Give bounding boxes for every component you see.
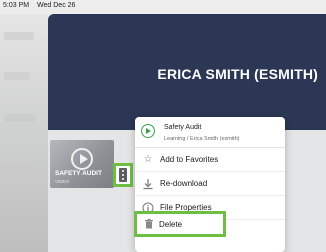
play-circle-icon — [141, 124, 155, 138]
more-vertical-icon — [119, 168, 127, 182]
blurred-item — [4, 164, 32, 172]
menu-item-delete[interactable]: Delete — [134, 211, 226, 237]
video-type: VIDEO — [55, 179, 70, 184]
profile-header: ERICA SMITH (ESMITH) — [48, 14, 326, 130]
blurred-item — [4, 32, 34, 40]
star-icon: ☆ — [143, 154, 153, 165]
menu-item-label: Re-download — [160, 179, 208, 188]
trash-icon — [143, 218, 155, 230]
play-icon[interactable] — [71, 148, 93, 170]
status-time: 5:03 PM — [3, 2, 30, 9]
menu-item-label: Add to Favorites — [160, 155, 219, 164]
blurred-side-panel — [0, 14, 48, 252]
menu-item-add-to-favorites[interactable]: ☆ Add to Favorites — [135, 148, 285, 172]
menu-header-title: Safety Audit — [164, 124, 202, 131]
menu-item-re-download[interactable]: Re-download — [135, 172, 285, 196]
status-bar: 5:03 PM Wed Dec 26 — [0, 0, 326, 14]
context-menu: Safety Audit Learning / Erica Smith (esm… — [134, 117, 285, 252]
blurred-item — [4, 114, 36, 122]
menu-header: Safety Audit Learning / Erica Smith (esm… — [135, 117, 285, 148]
blurred-item — [4, 72, 30, 80]
more-options-button[interactable] — [113, 163, 133, 187]
download-icon — [142, 178, 154, 190]
profile-name: ERICA SMITH (ESMITH) — [157, 66, 318, 82]
menu-header-subtitle: Learning / Erica Smith (esmith) — [164, 136, 240, 142]
menu-item-label: Delete — [159, 220, 183, 229]
video-card[interactable]: SAFETY AUDIT VIDEO — [50, 140, 114, 188]
video-title: SAFETY AUDIT — [55, 170, 102, 177]
status-date: Wed Dec 26 — [37, 2, 76, 9]
